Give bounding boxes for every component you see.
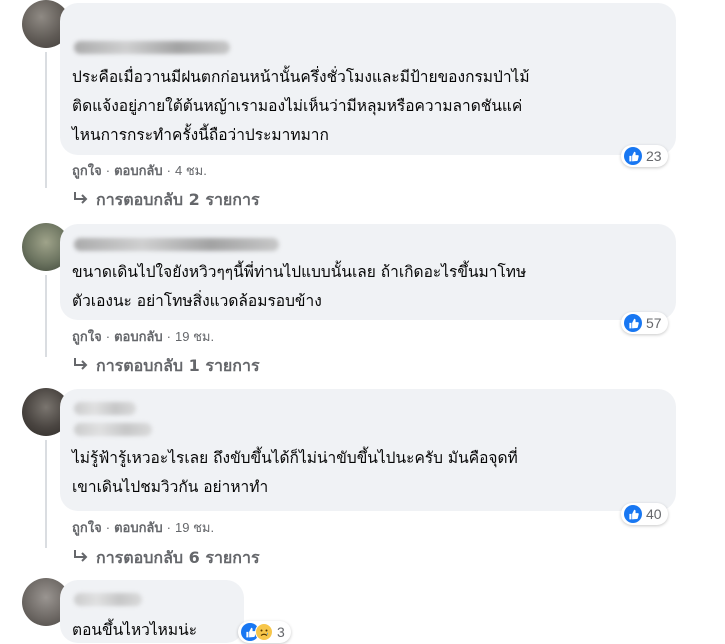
view-replies-link[interactable]: การตอบกลับ 2 รายการ — [72, 188, 260, 213]
reaction-number: 23 — [646, 148, 662, 164]
thread-line — [45, 52, 47, 188]
reaction-count[interactable]: 57 — [621, 312, 668, 334]
comment-text-line: เขาเดินไปชมวิวกัน อย่าหาทำ — [72, 478, 269, 496]
commenter-name[interactable] — [74, 238, 279, 251]
thumbs-up-icon — [624, 147, 642, 165]
view-replies-label: การตอบกลับ 1 รายการ — [96, 356, 260, 375]
commenter-name-secondary — [74, 423, 152, 436]
comment-bubble: ไม่รู้ฟ้ารู้เหวอะไรเลย ถึงขับขึ้นได้ก็ไม… — [60, 389, 676, 511]
comment-actions: ถูกใจ · ตอบกลับ · 4 ชม. — [72, 160, 207, 181]
separator: · — [166, 329, 171, 344]
reply-button[interactable]: ตอบกลับ — [114, 520, 163, 535]
timestamp[interactable]: 19 ชม. — [175, 329, 214, 344]
reply-arrow-icon — [72, 548, 88, 567]
commenter-name[interactable] — [74, 402, 136, 415]
thumbs-up-icon — [624, 314, 642, 332]
separator: · — [105, 520, 111, 535]
separator: · — [166, 163, 171, 178]
sad-face-icon — [255, 623, 273, 641]
timestamp[interactable]: 19 ชม. — [175, 520, 214, 535]
comment-text-line: ตอนขึ้นไหวไหมน่ะ — [72, 621, 198, 639]
comment-actions: ถูกใจ · ตอบกลับ · 19 ชม. — [72, 326, 214, 347]
reply-button[interactable]: ตอบกลับ — [114, 329, 163, 344]
timestamp[interactable]: 4 ชม. — [175, 163, 207, 178]
separator: · — [166, 520, 171, 535]
commenter-name[interactable] — [74, 593, 142, 606]
reaction-number: 57 — [646, 315, 662, 331]
reply-arrow-icon — [72, 190, 88, 209]
like-button[interactable]: ถูกใจ — [72, 329, 102, 344]
thread-line — [45, 440, 47, 548]
view-replies-link[interactable]: การตอบกลับ 6 รายการ — [72, 546, 260, 571]
comment-text-line: ติดแจ้งอยู่ภายใต้ต้นหญ้าเรามองไม่เห็นว่า… — [72, 97, 523, 115]
comment-text-line: ตัวเองนะ อย่าโทษสิ่งแวดล้อมรอบข้าง — [72, 292, 322, 310]
reaction-count[interactable]: 3 — [238, 621, 291, 643]
comment-text-line: ขนาดเดินไปใจยังหวิวๆๆนี้พี่ท่านไปแบบนั้น… — [72, 263, 527, 281]
reaction-count[interactable]: 23 — [621, 145, 668, 167]
like-button[interactable]: ถูกใจ — [72, 520, 102, 535]
comment-actions: ถูกใจ · ตอบกลับ · 19 ชม. — [72, 517, 214, 538]
thread-line — [45, 275, 47, 357]
comment-bubble: ขนาดเดินไปใจยังหวิวๆๆนี้พี่ท่านไปแบบนั้น… — [60, 224, 676, 320]
comment-text-line: ไหนการกระทำครั้งนี้ถือว่าประมาทมาก — [72, 126, 329, 144]
comment-text-line: ไม่รู้ฟ้ารู้เหวอะไรเลย ถึงขับขึ้นได้ก็ไม… — [72, 449, 518, 467]
view-replies-link[interactable]: การตอบกลับ 1 รายการ — [72, 354, 260, 379]
like-button[interactable]: ถูกใจ — [72, 163, 102, 178]
reaction-count[interactable]: 40 — [621, 503, 668, 525]
reply-arrow-icon — [72, 356, 88, 375]
reaction-number: 3 — [277, 624, 285, 640]
view-replies-label: การตอบกลับ 2 รายการ — [96, 190, 260, 209]
comment-text-line: ประคือเมื่อวานมีฝนตกก่อนหน้านั้นครึ่งชั่… — [72, 68, 530, 86]
commenter-name[interactable] — [74, 41, 230, 54]
reply-button[interactable]: ตอบกลับ — [114, 163, 163, 178]
comment-bubble: ประคือเมื่อวานมีฝนตกก่อนหน้านั้นครึ่งชั่… — [60, 3, 676, 155]
separator: · — [105, 329, 111, 344]
separator: · — [105, 163, 111, 178]
view-replies-label: การตอบกลับ 6 รายการ — [96, 548, 260, 567]
thumbs-up-icon — [624, 505, 642, 523]
reaction-number: 40 — [646, 506, 662, 522]
comment-bubble: ตอนขึ้นไหวไหมน่ะ — [60, 580, 244, 643]
